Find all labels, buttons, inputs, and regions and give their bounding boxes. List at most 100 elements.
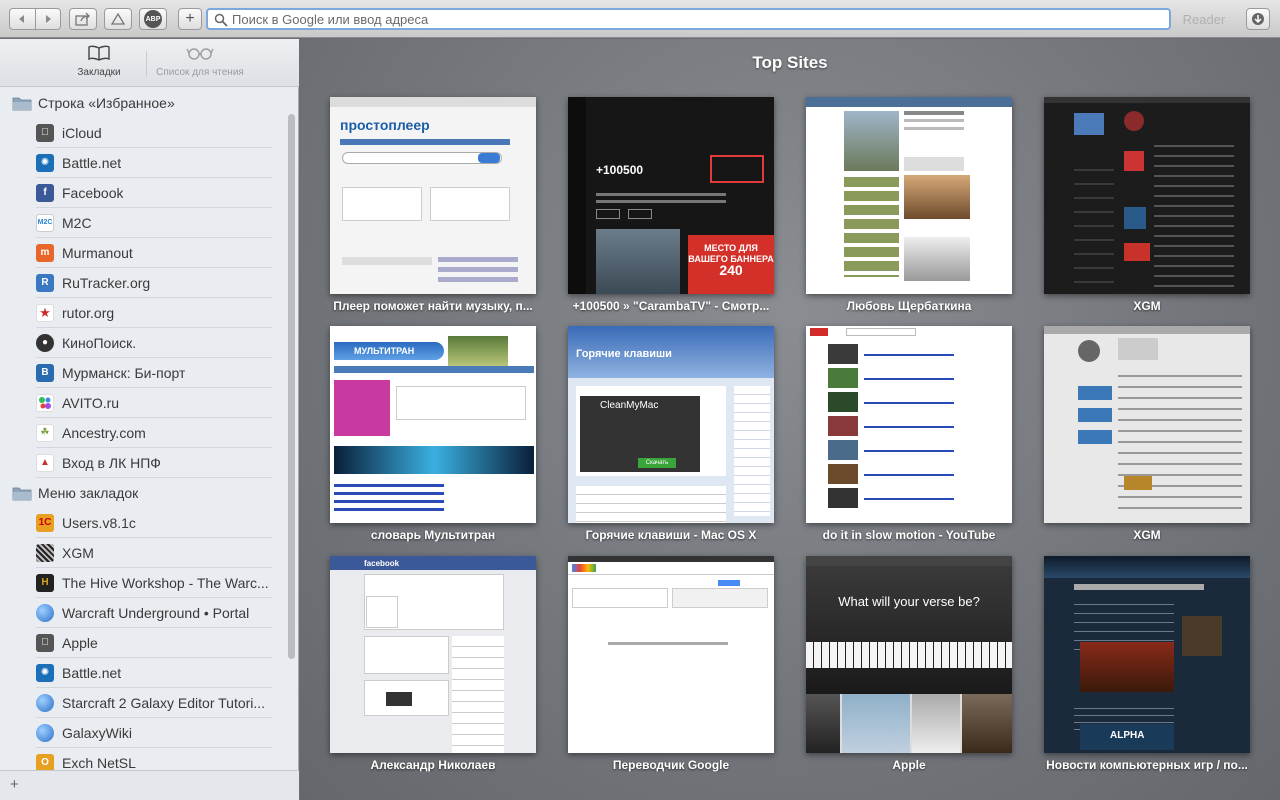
reader-button[interactable]: Reader bbox=[1178, 9, 1230, 29]
bookmark-item[interactable]: ✺ Battle.net bbox=[36, 148, 272, 178]
new-tab-button[interactable]: + bbox=[178, 8, 202, 30]
bookmark-item[interactable]: R RuTracker.org bbox=[36, 268, 272, 298]
folder-icon bbox=[12, 97, 32, 110]
xgm-icon bbox=[36, 543, 54, 562]
top-site-tile[interactable]: Любовь Щербаткина bbox=[806, 97, 1012, 313]
folder-bookmarks-menu[interactable]: Меню закладок bbox=[12, 478, 274, 508]
bookmark-item[interactable]: B Мурманск: Би-порт bbox=[36, 358, 272, 388]
sidebar-scrollbar[interactable] bbox=[287, 99, 295, 769]
thumb-banner: МЕСТО ДЛЯ ВАШЕГО БАННЕРА 240 bbox=[688, 235, 774, 294]
downloads-button[interactable] bbox=[1246, 8, 1270, 30]
tab-bookmarks[interactable]: Закладки bbox=[49, 45, 149, 78]
kinopoisk-icon: ● bbox=[36, 333, 54, 352]
top-site-tile[interactable]: +100500 МЕСТО ДЛЯ ВАШЕГО БАННЕРА 240 +100… bbox=[568, 97, 774, 313]
forward-arrow-icon bbox=[45, 15, 51, 23]
bookmark-item[interactable]: GalaxyWiki bbox=[36, 718, 272, 748]
top-site-tile[interactable]: МУЛЬТИТРАН словарь Мультитран bbox=[330, 326, 536, 542]
tab-bookmarks-label: Закладки bbox=[77, 67, 121, 78]
m2c-icon: M2C bbox=[36, 213, 54, 232]
thumb-ad-button: Скачать bbox=[638, 458, 676, 468]
top-sites-button[interactable] bbox=[104, 8, 132, 30]
back-button[interactable] bbox=[10, 9, 35, 29]
top-site-tile[interactable]: What will your verse be? Apple bbox=[806, 556, 1012, 772]
top-site-tile[interactable]: простоплеер Плеер поможет найти музыку, … bbox=[330, 97, 536, 313]
bookmark-item[interactable]: ▲ Вход в ЛК НПФ bbox=[36, 448, 272, 478]
site-thumbnail: facebook bbox=[330, 556, 536, 753]
bookmark-label: AVITO.ru bbox=[62, 394, 120, 411]
top-site-tile[interactable]: Переводчик Google bbox=[568, 556, 774, 772]
bookmark-item[interactable]: ☘ Ancestry.com bbox=[36, 418, 272, 448]
bookmark-item[interactable]:  Apple bbox=[36, 628, 272, 658]
bookmark-label: Battle.net bbox=[62, 664, 122, 681]
top-site-tile[interactable]: XGM bbox=[1044, 326, 1250, 542]
top-site-tile[interactable]: facebook Александр Николаев bbox=[330, 556, 536, 772]
bookmark-label: The Hive Workshop - The Warc... bbox=[62, 574, 269, 591]
bookmark-label: Battle.net bbox=[62, 154, 122, 171]
bookmark-item[interactable]: f Facebook bbox=[36, 178, 272, 208]
bookmark-item[interactable]: AVITO.ru bbox=[36, 388, 272, 418]
address-input[interactable] bbox=[232, 11, 1169, 27]
tile-caption: словарь Мультитран bbox=[370, 528, 496, 542]
bookmark-label: rutor.org bbox=[62, 304, 115, 321]
forward-button[interactable] bbox=[34, 9, 61, 29]
share-button[interactable] bbox=[69, 8, 97, 30]
npf-icon: ▲ bbox=[36, 453, 54, 472]
bookmark-item[interactable]:  iCloud bbox=[36, 118, 272, 148]
scrollbar-thumb[interactable] bbox=[288, 114, 295, 659]
bookmark-item[interactable]: XGM bbox=[36, 538, 272, 568]
site-thumbnail bbox=[1044, 97, 1250, 294]
bookmark-item[interactable]: O Exch NetSL bbox=[36, 748, 272, 770]
bookmark-item[interactable]: ✺ Battle.net bbox=[36, 658, 272, 688]
thumb-headline: What will your verse be? bbox=[838, 594, 980, 609]
site-thumbnail bbox=[1044, 326, 1250, 523]
tile-caption: Горячие клавиши - Mac OS X bbox=[585, 528, 757, 542]
bookmark-item[interactable]: ● КиноПоиск. bbox=[36, 328, 272, 358]
search-icon bbox=[214, 13, 228, 27]
page-title: Top Sites bbox=[752, 53, 828, 72]
top-site-tile[interactable]: Горячие клавиши CleanMyMac Скачать Горяч… bbox=[568, 326, 774, 542]
bookmark-item[interactable]: Starcraft 2 Galaxy Editor Tutori... bbox=[36, 688, 272, 718]
bookmark-label: RuTracker.org bbox=[62, 274, 151, 291]
battlenet-icon: ✺ bbox=[36, 663, 54, 682]
tab-reading-list[interactable]: Список для чтения bbox=[150, 45, 250, 78]
bookmark-item[interactable]: ★ rutor.org bbox=[36, 298, 272, 328]
top-sites-view: Top Sites простоплеер Плеер поможет найт… bbox=[300, 39, 1280, 800]
thumb-headline: +100500 bbox=[596, 163, 644, 177]
site-thumbnail bbox=[806, 97, 1012, 294]
add-bookmark-button[interactable]: + bbox=[10, 776, 19, 793]
facebook-icon: f bbox=[36, 183, 54, 202]
bookmark-label: Warcraft Underground • Portal bbox=[62, 604, 250, 621]
top-site-tile[interactable]: do it in slow motion - YouTube bbox=[806, 326, 1012, 542]
tile-caption: Переводчик Google bbox=[612, 758, 730, 772]
site-thumbnail: ALPHA bbox=[1044, 556, 1250, 753]
site-thumbnail bbox=[806, 326, 1012, 523]
bookmarks-sidebar: Закладки Список для чтения Строка «Избра… bbox=[0, 39, 299, 800]
bookmark-label: Starcraft 2 Galaxy Editor Tutori... bbox=[62, 694, 266, 711]
address-bar[interactable] bbox=[206, 8, 1171, 30]
thumb-banner: ALPHA bbox=[1080, 724, 1174, 750]
rutracker-icon: R bbox=[36, 273, 54, 292]
top-site-tile[interactable]: ALPHA Новости компьютерных игр / по... bbox=[1044, 556, 1250, 772]
bookmark-item[interactable]: H The Hive Workshop - The Warc... bbox=[36, 568, 272, 598]
tile-caption: XGM bbox=[1133, 528, 1161, 542]
tile-caption: do it in slow motion - YouTube bbox=[822, 528, 996, 542]
bookmark-label: XGM bbox=[62, 544, 94, 561]
sidebar-footer: + bbox=[0, 770, 299, 800]
bookmark-item[interactable]: 1С Users.v8.1c bbox=[36, 508, 272, 538]
folder-menu-label: Меню закладок bbox=[38, 485, 139, 501]
bookmark-item[interactable]: m Murmanout bbox=[36, 238, 272, 268]
top-site-tile[interactable]: XGM bbox=[1044, 97, 1250, 313]
thumb-headline: Горячие клавиши bbox=[576, 348, 672, 360]
folder-icon bbox=[12, 487, 32, 500]
thumb-logo: МУЛЬТИТРАН bbox=[334, 342, 444, 360]
apple-icon:  bbox=[36, 633, 54, 652]
bookmark-item[interactable]: Warcraft Underground • Portal bbox=[36, 598, 272, 628]
tile-caption: XGM bbox=[1133, 299, 1161, 313]
site-thumbnail: простоплеер bbox=[330, 97, 536, 294]
bookmark-item[interactable]: M2C M2C bbox=[36, 208, 272, 238]
adblock-button[interactable]: ABP bbox=[139, 8, 167, 30]
avito-icon bbox=[36, 393, 54, 412]
bookmark-label: Вход в ЛК НПФ bbox=[62, 454, 161, 471]
folder-favorites-bar[interactable]: Строка «Избранное» bbox=[12, 88, 274, 118]
site-thumbnail: МУЛЬТИТРАН bbox=[330, 326, 536, 523]
